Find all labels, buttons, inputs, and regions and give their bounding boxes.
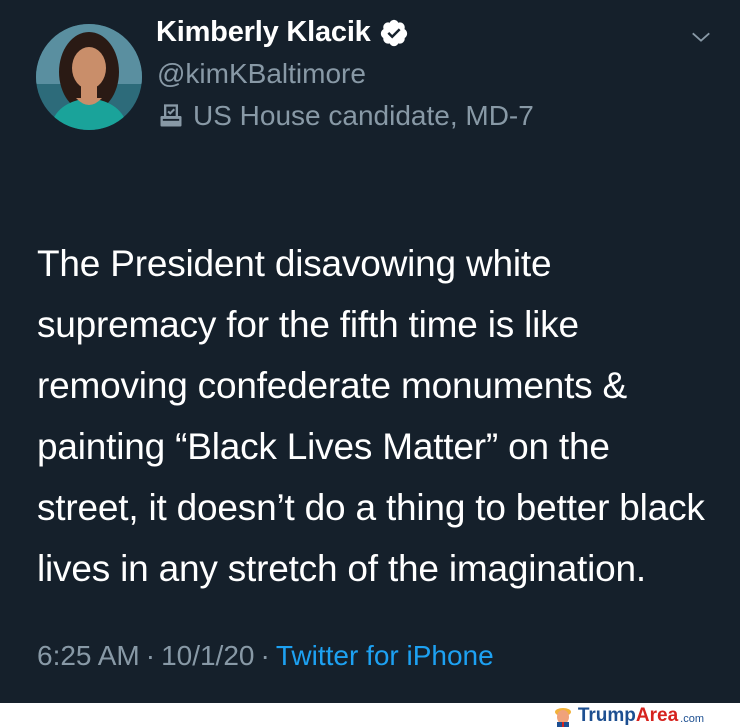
tweet-meta: 6:25 AM · 10/1/20 · Twitter for iPhone	[37, 640, 494, 672]
meta-separator: ·	[260, 640, 270, 671]
ballot-box-icon	[160, 104, 182, 127]
avatar[interactable]	[36, 24, 142, 130]
watermark-text: TrumpArea	[578, 705, 678, 727]
bio-label: US House candidate, MD-7	[193, 100, 534, 131]
watermark-bar: TrumpArea .com	[0, 703, 740, 728]
avatar-image	[36, 24, 142, 130]
watermark-suffix: .com	[680, 713, 704, 725]
author-name[interactable]: Kimberly Klacik	[156, 16, 371, 49]
trump-face-icon	[554, 708, 571, 727]
tweet-card: Kimberly Klacik @kimKBaltimore US House …	[0, 0, 740, 703]
author-row: Kimberly Klacik	[156, 16, 409, 49]
tweet-date[interactable]: 10/1/20	[161, 640, 254, 672]
tweet-time[interactable]: 6:25 AM	[37, 640, 140, 672]
tweet-text: The President disavowing white supremacy…	[37, 172, 717, 599]
bio-row: US House candidate, MD-7	[157, 100, 534, 132]
watermark-text-part2: Area	[635, 705, 679, 726]
watermark: TrumpArea .com	[552, 705, 704, 727]
tweet-body: The President disavowing white supremacy…	[37, 243, 705, 589]
tweet-source-link[interactable]: Twitter for iPhone	[276, 640, 494, 672]
chevron-down-icon[interactable]	[690, 26, 712, 48]
author-handle[interactable]: @kimKBaltimore	[157, 58, 366, 90]
meta-separator: ·	[145, 640, 156, 671]
watermark-text-part1: Trump	[577, 705, 636, 726]
verified-badge-icon	[380, 19, 407, 46]
